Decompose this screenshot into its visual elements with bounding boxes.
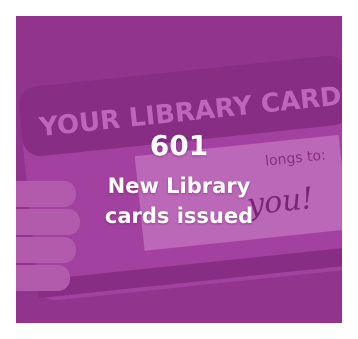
color-overlay: [16, 16, 342, 323]
stat-label-line1: New Library: [107, 174, 251, 198]
stat-label-line2: cards issued: [104, 204, 254, 228]
stat-value: 601: [149, 129, 209, 162]
stat-tile: YOUR LIBRARY CARD longs to: you! 601 New…: [16, 16, 342, 323]
